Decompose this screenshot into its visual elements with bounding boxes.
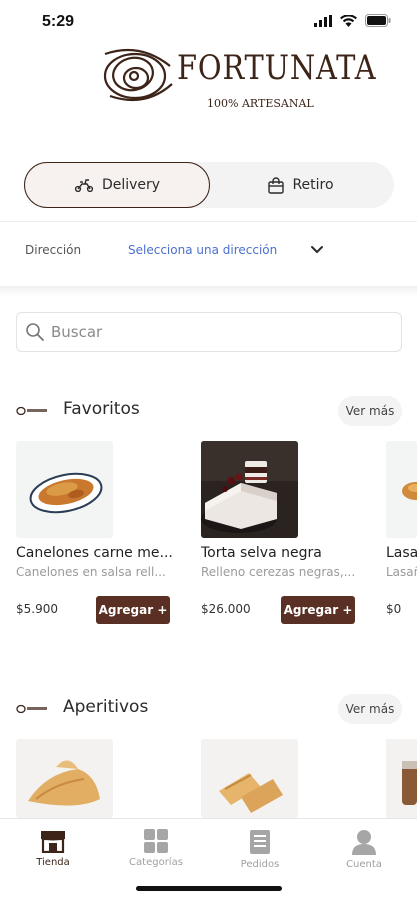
pickup-label: Retiro [292,177,334,193]
section-header-aperitivos: Aperitivos Ver más [16,694,402,724]
battery-icon [365,14,391,27]
product-image[interactable] [386,739,417,818]
search-icon [26,323,44,341]
lasagna-image [386,441,417,538]
section-header-favoritos: Favoritos Ver más [16,396,402,426]
product-description: Canelones en salsa rell... [16,565,166,579]
search-input[interactable] [51,323,381,341]
address-selector[interactable]: Selecciona una dirección [128,243,277,257]
tab-cuenta[interactable]: Cuenta [324,829,404,870]
address-label: Dirección [25,243,82,257]
brand-tagline: 100% ARTESANAL [207,97,314,110]
product-name: Torta selva negra [201,545,322,561]
product-name: Canelones carne me... [16,545,173,561]
scooter-icon [74,179,94,192]
user-icon [352,830,376,855]
section-title: Aperitivos [63,697,149,717]
add-to-cart-button[interactable]: Agregar + [96,596,170,624]
product-card[interactable]: Torta selva negra Relleno cerezas negras… [201,441,371,624]
status-time: 5:29 [42,13,75,30]
empanada-image [16,739,113,818]
status-icons [314,14,391,27]
status-bar: 5:29 [0,0,417,44]
brand-name: FORTUNATA [177,48,377,88]
tab-label: Tienda [36,857,70,868]
tab-label: Pedidos [240,859,280,870]
orders-icon [250,830,270,854]
product-description: Lasañ [386,565,417,579]
product-image[interactable] [201,739,298,818]
pickup-option[interactable]: Retiro [208,162,394,208]
tab-tienda[interactable]: Tienda [13,829,93,868]
lasagna-dish-image [16,441,113,538]
add-to-cart-button[interactable]: Agregar + [281,596,355,624]
divider [0,221,417,222]
product-image[interactable] [16,739,113,818]
tab-label: Cuenta [346,859,382,870]
section-title: Favoritos [63,399,140,419]
delivery-option[interactable]: Delivery [24,162,210,208]
product-image[interactable] [201,441,298,538]
empanadas-image [201,739,298,818]
wifi-icon [340,14,357,27]
delivery-label: Delivery [101,177,161,193]
product-name: Lasa [386,545,417,561]
section-logo-icon [16,704,47,714]
see-more-button[interactable]: Ver más [338,396,402,426]
chevron-down-icon[interactable] [309,244,325,256]
home-indicator [136,886,282,891]
signal-icon [314,14,332,27]
delivery-mode-toggle: Delivery Retiro [24,162,394,208]
store-icon [41,831,65,853]
section-logo-icon [16,406,47,416]
logo-scribble-icon [103,48,173,102]
grid-icon [144,829,168,853]
search-bar[interactable] [16,312,402,352]
brand-logo: FORTUNATA 100% ARTESANAL [100,44,376,119]
product-card[interactable]: Canelones carne me... Canelones en salsa… [16,441,186,624]
tab-categorias[interactable]: Categorías [116,829,196,868]
divider-shadow [0,286,417,296]
jar-image [386,739,417,818]
product-price: $0 [386,602,402,616]
shopping-bag-icon [268,176,285,194]
tab-pedidos[interactable]: Pedidos [220,829,300,870]
product-price: $26.000 [201,602,251,616]
product-price: $5.900 [16,602,58,616]
product-image[interactable] [386,441,417,538]
tab-label: Categorías [129,857,183,868]
product-card[interactable]: Lasa Lasañ $0 [386,441,417,631]
product-description: Relleno cerezas negras,... [201,565,356,579]
cake-image [201,441,298,538]
product-image[interactable] [16,441,113,538]
see-more-button[interactable]: Ver más [338,694,402,724]
